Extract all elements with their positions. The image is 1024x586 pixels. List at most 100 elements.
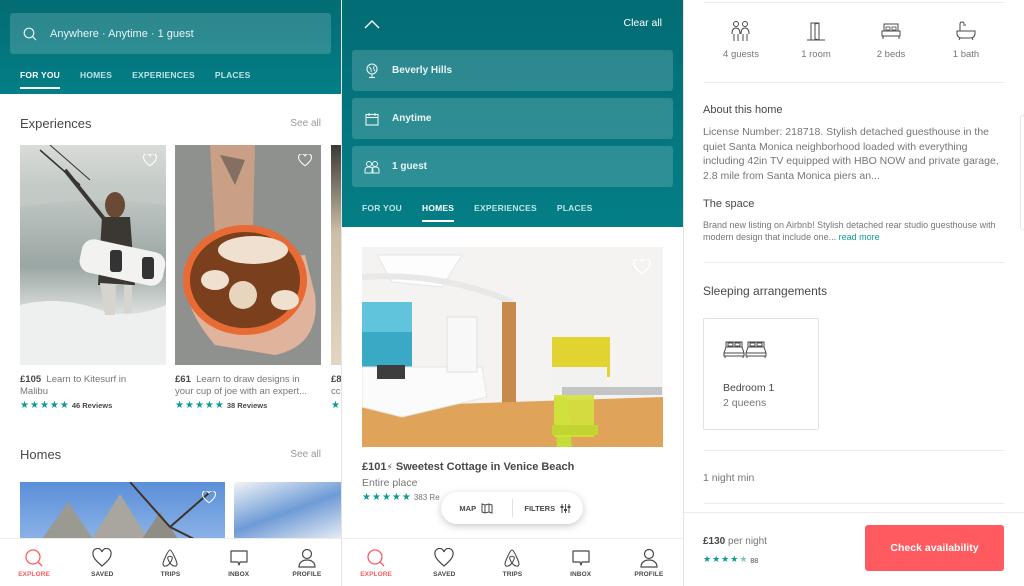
experience-card-2-info[interactable]: £61 Learn to draw designs in your cup of… [175,374,325,413]
heart-icon[interactable] [202,491,216,504]
tab-homes[interactable]: HOMES [421,203,455,222]
tab-homes[interactable]: HOMES [80,70,112,89]
nav-explore[interactable]: EXPLORE [346,548,406,578]
double-bed-icon [723,341,767,358]
instant-book-icon: ⚡ [386,462,393,472]
tab-for-you[interactable]: FOR YOU [20,70,60,89]
map-button[interactable]: MAP [441,492,512,524]
bedroom-name: Bedroom 1 [723,382,775,394]
map-filters-pill: MAP FILTERS [441,492,583,524]
experience-title: Learn to draw designs in [196,374,300,385]
experience-price: £61 [175,374,191,385]
listing-rating: ★ ★ ★ ★ ★ 383 Re [362,491,440,503]
nightly-price: £130 per night [703,536,767,547]
filters-button[interactable]: FILTERS [513,492,584,524]
partial-photo[interactable] [331,145,341,365]
bottom-navigation: EXPLORE SAVED TRIPS INBOX PROFILE [0,538,341,586]
dates-field[interactable]: Anytime [352,98,673,139]
search-placeholder: Anywhere · Anytime · 1 guest [50,27,194,40]
dates-value: Anytime [392,113,432,124]
location-value: Beverly Hills [392,65,453,76]
space-text: Brand new listing on Airbnb! Stylish det… [703,220,996,242]
message-icon [230,549,248,566]
experiences-see-all-link[interactable]: See all [290,118,321,129]
divider [704,262,1004,263]
amenity-guests: 4 guests [706,20,776,60]
experience-title-line2: Malibu [20,386,48,397]
booking-footer: £130 per night ★ ★ ★ ★ ★ 88 Check availabilit… [684,512,1024,586]
tab-places[interactable]: PLACES [557,203,593,222]
experience-card-1-info[interactable]: £105 Learn to Kitesurf in Malibu ★ ★ ★ ★ ★ 46… [20,374,166,413]
read-more-link[interactable]: read more [839,232,880,242]
calendar-icon [352,112,392,126]
listing-title-row[interactable]: £101⚡ Sweetest Cottage in Venice Beach [362,461,574,473]
guests-value: 1 guest [392,161,428,172]
nav-trips[interactable]: TRIPS [482,548,542,578]
profile-icon [298,548,316,568]
map-icon [481,502,493,514]
homes-see-all-link[interactable]: See all [290,449,321,460]
divider [704,82,1004,83]
nav-trips[interactable]: TRIPS [140,548,200,578]
category-tabs: FOR YOU HOMES EXPERIENCES PLACES [20,70,271,89]
search-icon [25,548,43,566]
divider [704,2,1004,3]
review-count: 383 Re [413,493,440,502]
cottage-photo[interactable] [362,247,663,447]
kitesurfer-photo[interactable] [20,145,166,365]
amenity-baths: 1 bath [931,20,1001,60]
tab-places[interactable]: PLACES [215,70,251,89]
bottom-navigation: EXPLORE SAVED TRIPS INBOX PROFILE [342,538,683,586]
review-count: 88 [750,558,759,565]
nav-explore[interactable]: EXPLORE [4,548,64,578]
listing-price: £101 [362,461,387,473]
experiences-heading: Experiences [20,116,92,131]
nav-profile[interactable]: PROFILE [277,548,337,578]
nav-inbox[interactable]: INBOX [209,548,269,578]
airbnb-logo-icon [162,548,179,567]
divider [704,450,1004,451]
latte-art-photo[interactable] [175,145,321,365]
explore-header: Anywhere · Anytime · 1 guest FOR YOU HOM… [0,0,341,94]
about-heading: About this home [703,104,783,116]
experience-title: Learn to Kitesurf in [46,374,127,385]
divider [704,503,1004,504]
heart-icon[interactable] [143,154,157,167]
tab-for-you[interactable]: FOR YOU [362,203,402,222]
bedroom-card[interactable]: Bedroom 1 2 queens [703,318,819,430]
location-field[interactable]: Beverly Hills [352,50,673,91]
amenity-rooms: 1 room [781,20,851,60]
airbnb-logo-icon [504,548,521,567]
guests-icon [731,21,750,41]
guests-field[interactable]: 1 guest [352,146,673,187]
experience-card-3-info[interactable]: £8 cc ★ [331,374,341,412]
experience-title-line2: cc [331,386,341,397]
search-icon [367,548,385,566]
guests-icon [352,160,392,174]
check-availability-button[interactable]: Check availability [865,525,1004,571]
nav-inbox[interactable]: INBOX [551,548,611,578]
search-filters-screen: Clear all Beverly Hills Anytime 1 guest … [342,0,683,586]
clear-all-button[interactable]: Clear all [623,17,662,29]
nav-saved[interactable]: SAVED [414,547,474,578]
bedroom-beds: 2 queens [723,397,767,409]
home-photo-sky[interactable] [234,482,341,542]
profile-icon [640,548,658,568]
listing-detail-screen: 4 guests 1 room 2 beds 1 bath About this… [684,0,1024,586]
heart-icon[interactable] [633,259,651,275]
heart-icon[interactable] [298,154,312,167]
sliders-icon [560,503,571,513]
bath-icon [956,21,976,41]
search-icon [10,27,50,41]
globe-icon [352,62,392,79]
search-bar[interactable]: Anywhere · Anytime · 1 guest [10,13,331,54]
tab-experiences[interactable]: EXPERIENCES [132,70,195,89]
home-photo-trulli[interactable] [20,482,225,542]
message-icon [572,549,590,566]
nav-profile[interactable]: PROFILE [619,548,679,578]
chevron-up-icon[interactable] [364,19,380,29]
heart-icon [434,547,454,567]
nav-saved[interactable]: SAVED [72,547,132,578]
tab-experiences[interactable]: EXPERIENCES [474,203,537,222]
space-heading: The space [703,198,755,210]
